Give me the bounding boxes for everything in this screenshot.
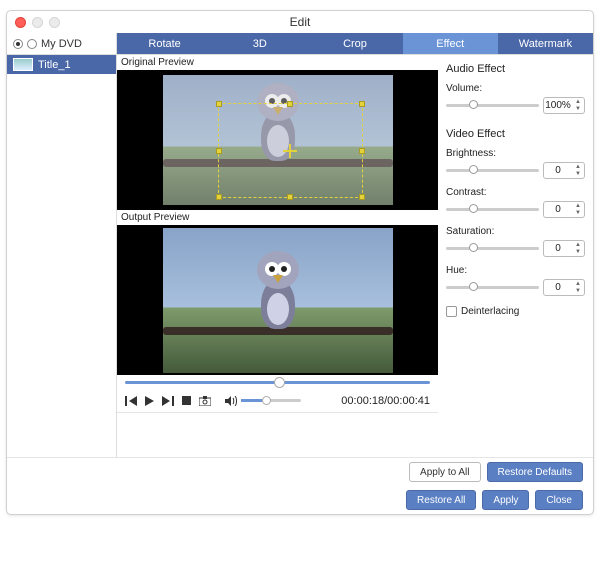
volume-control: [225, 396, 301, 406]
crop-handle-e[interactable]: [359, 148, 365, 154]
contrast-slider[interactable]: [446, 208, 539, 211]
original-preview-viewer: [117, 70, 438, 210]
hue-label: Hue:: [446, 265, 585, 276]
original-frame: [163, 75, 393, 205]
output-frame: [163, 228, 393, 373]
contrast-input[interactable]: 0▲▼: [543, 201, 585, 218]
preview-area: Original Preview: [117, 55, 438, 457]
apply-button[interactable]: Apply: [482, 490, 529, 510]
saturation-slider[interactable]: [446, 247, 539, 250]
tab-watermark[interactable]: Watermark: [498, 33, 593, 54]
scrub-bar[interactable]: [117, 375, 438, 389]
play-button[interactable]: [145, 396, 154, 406]
tab-3d[interactable]: 3D: [212, 33, 307, 54]
tree-item-label: Title_1: [38, 59, 71, 71]
volume-icon[interactable]: [225, 396, 237, 406]
action-bar-upper: Apply to All Restore Defaults: [7, 457, 593, 486]
tree-header-label: My DVD: [41, 38, 82, 50]
crop-handle-nw[interactable]: [216, 101, 222, 107]
restore-defaults-button[interactable]: Restore Defaults: [487, 462, 583, 482]
restore-all-button[interactable]: Restore All: [406, 490, 476, 510]
thumbnail-icon: [13, 58, 33, 71]
crop-handle-se[interactable]: [359, 194, 365, 200]
brightness-slider[interactable]: [446, 169, 539, 172]
radio-off-icon: [27, 39, 37, 49]
tree-header[interactable]: My DVD: [7, 33, 117, 54]
original-preview-label: Original Preview: [117, 55, 438, 70]
volume-slider[interactable]: [241, 399, 301, 402]
tree-item-title[interactable]: Title_1: [7, 55, 116, 74]
saturation-label: Saturation:: [446, 226, 585, 237]
deinterlace-label: Deinterlacing: [461, 306, 519, 317]
crop-handle-w[interactable]: [216, 148, 222, 154]
minimize-window-icon[interactable]: [32, 17, 43, 28]
close-button[interactable]: Close: [535, 490, 583, 510]
effect-panel: Audio Effect Volume: 100%▲▼ Video Effect…: [438, 55, 593, 457]
window-controls: [15, 17, 60, 28]
saturation-input[interactable]: 0▲▼: [543, 240, 585, 257]
edit-window: Edit My DVD Rotate 3D Crop Effect Waterm…: [6, 10, 594, 515]
apply-to-all-button[interactable]: Apply to All: [409, 462, 480, 482]
video-section-label: Video Effect: [446, 128, 585, 140]
deinterlace-checkbox[interactable]: Deinterlacing: [446, 306, 585, 317]
snapshot-button[interactable]: [199, 396, 211, 406]
volume-label: Volume:: [446, 83, 585, 94]
tab-crop[interactable]: Crop: [307, 33, 402, 54]
audio-section-label: Audio Effect: [446, 63, 585, 75]
playback-time: 00:00:18/00:00:41: [341, 395, 430, 407]
crop-handle-n[interactable]: [287, 101, 293, 107]
window-title: Edit: [290, 15, 311, 29]
stepper-up-icon[interactable]: ▲: [572, 99, 584, 106]
hue-slider[interactable]: [446, 286, 539, 289]
scrub-knob[interactable]: [274, 377, 285, 388]
crop-center-icon[interactable]: [283, 144, 297, 158]
next-button[interactable]: [162, 396, 174, 406]
hue-input[interactable]: 0▲▼: [543, 279, 585, 296]
output-preview-viewer: [117, 225, 438, 375]
volume-effect-slider[interactable]: [446, 104, 539, 107]
brightness-input[interactable]: 0▲▼: [543, 162, 585, 179]
stepper-down-icon[interactable]: ▼: [572, 106, 584, 113]
brightness-label: Brightness:: [446, 148, 585, 159]
playback-controls: 00:00:18/00:00:41: [117, 389, 438, 413]
checkbox-icon: [446, 306, 457, 317]
crop-handle-s[interactable]: [287, 194, 293, 200]
radio-on-icon: [13, 39, 23, 49]
tab-rotate[interactable]: Rotate: [117, 33, 212, 54]
action-bar-lower: Restore All Apply Close: [7, 486, 593, 514]
prev-button[interactable]: [125, 396, 137, 406]
effect-tabs: Rotate 3D Crop Effect Watermark: [117, 33, 593, 54]
crop-handle-sw[interactable]: [216, 194, 222, 200]
titlebar: Edit: [7, 11, 593, 33]
crop-selection[interactable]: [218, 103, 363, 198]
crop-handle-ne[interactable]: [359, 101, 365, 107]
contrast-label: Contrast:: [446, 187, 585, 198]
title-tree: Title_1: [7, 55, 117, 457]
tab-effect[interactable]: Effect: [403, 33, 498, 54]
close-window-icon[interactable]: [15, 17, 26, 28]
output-preview-label: Output Preview: [117, 210, 438, 225]
volume-value-input[interactable]: 100%▲▼: [543, 97, 585, 114]
stop-button[interactable]: [182, 396, 191, 405]
zoom-window-icon[interactable]: [49, 17, 60, 28]
